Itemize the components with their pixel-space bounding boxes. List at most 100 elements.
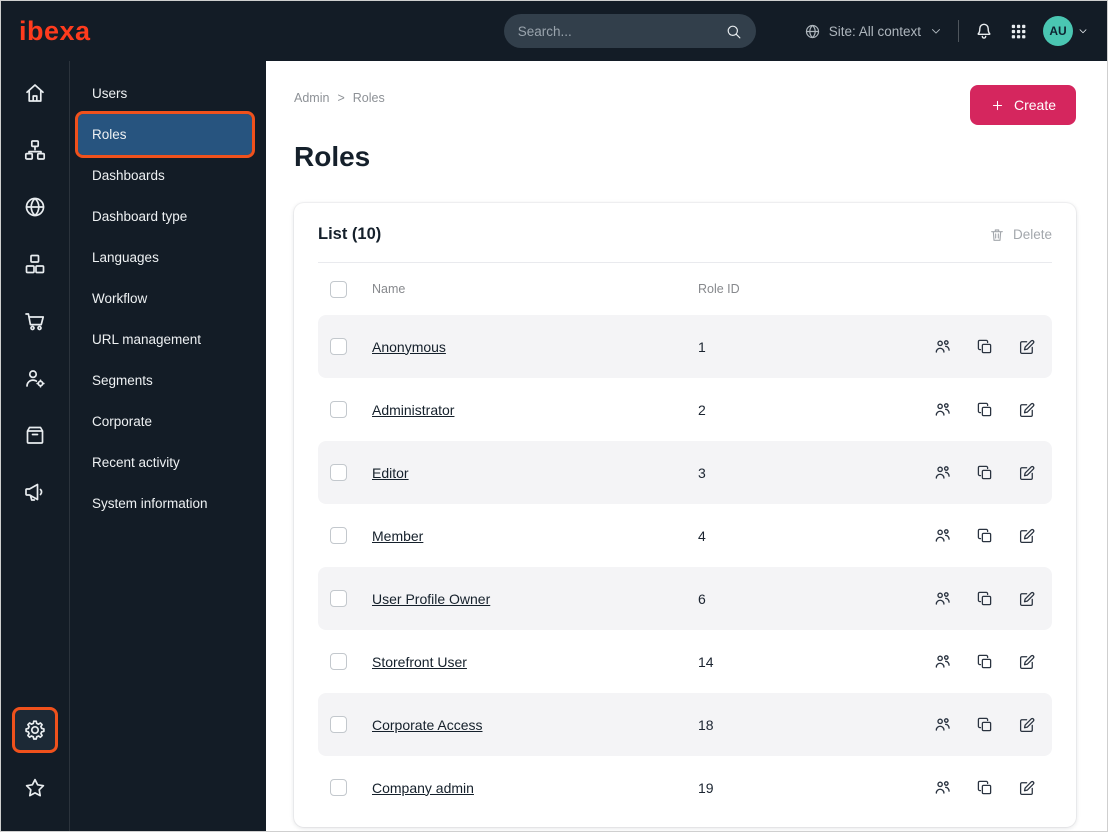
globe-icon	[804, 23, 821, 40]
row-checkbox[interactable]	[330, 401, 347, 418]
row-checkbox[interactable]	[330, 590, 347, 607]
delete-button-label: Delete	[1012, 227, 1052, 242]
bookmarks-star-icon[interactable]	[13, 766, 57, 810]
sidebar-item-roles[interactable]: Roles	[75, 111, 255, 158]
search-input[interactable]	[517, 23, 725, 39]
customer-portal-icon[interactable]	[13, 356, 57, 400]
table-header-row: Name Role ID	[318, 263, 1052, 315]
apps-grid-icon[interactable]	[1009, 22, 1028, 41]
topbar-divider	[958, 20, 959, 42]
row-checkbox[interactable]	[330, 464, 347, 481]
edit-role-icon[interactable]	[1018, 590, 1036, 608]
list-card-header: List (10) Delete	[318, 203, 1052, 263]
copy-role-icon[interactable]	[976, 338, 994, 356]
sidebar-item-system-information[interactable]: System information	[78, 483, 252, 524]
globe-icon[interactable]	[13, 185, 57, 229]
assign-role-icon[interactable]	[933, 589, 952, 608]
list-heading: List (10)	[318, 225, 382, 243]
home-icon[interactable]	[13, 71, 57, 115]
role-name-link[interactable]: Storefront User	[372, 654, 698, 670]
edit-role-icon[interactable]	[1018, 779, 1036, 797]
copy-role-icon[interactable]	[976, 653, 994, 671]
row-actions	[886, 526, 1036, 545]
row-checkbox[interactable]	[330, 716, 347, 733]
assign-role-icon[interactable]	[933, 337, 952, 356]
topbar-right: Site: All context AU	[804, 16, 1089, 46]
role-name-link[interactable]: User Profile Owner	[372, 591, 698, 607]
icon-rail-bottom	[12, 707, 58, 823]
copy-role-icon[interactable]	[976, 464, 994, 482]
notifications-bell-icon[interactable]	[974, 21, 994, 41]
assign-role-icon[interactable]	[933, 463, 952, 482]
role-id-value: 6	[698, 590, 706, 607]
sidebar-item-recent-activity[interactable]: Recent activity	[78, 442, 252, 483]
ibexa-logo[interactable]: ibexa	[19, 16, 91, 47]
role-name-link[interactable]: Member	[372, 528, 698, 544]
breadcrumb-link-admin[interactable]: Admin	[294, 91, 329, 105]
select-all-checkbox[interactable]	[330, 280, 347, 298]
row-checkbox[interactable]	[330, 779, 347, 796]
edit-role-icon[interactable]	[1018, 338, 1036, 356]
role-id-value: 19	[698, 779, 714, 796]
delete-button[interactable]: Delete	[989, 227, 1052, 243]
sidebar-item-workflow[interactable]: Workflow	[78, 278, 252, 319]
breadcrumb-separator: >	[337, 91, 345, 105]
assign-role-icon[interactable]	[933, 715, 952, 734]
copy-role-icon[interactable]	[976, 716, 994, 734]
content-tree-icon[interactable]	[13, 128, 57, 172]
edit-role-icon[interactable]	[1018, 527, 1036, 545]
table-row: Corporate Access 18	[318, 693, 1052, 756]
site-context-selector[interactable]: Site: All context	[804, 23, 943, 40]
sidebar-item-users[interactable]: Users	[78, 73, 252, 114]
row-checkbox[interactable]	[330, 527, 347, 544]
settings-gear-icon[interactable]	[12, 707, 58, 753]
copy-role-icon[interactable]	[976, 401, 994, 419]
search-bar[interactable]	[503, 14, 756, 48]
sidebar-item-segments[interactable]: Segments	[78, 360, 252, 401]
plus-icon	[990, 98, 1005, 113]
sidebar-item-corporate[interactable]: Corporate	[78, 401, 252, 442]
copy-role-icon[interactable]	[976, 779, 994, 797]
campaign-megaphone-icon[interactable]	[13, 470, 57, 514]
role-name-link[interactable]: Company admin	[372, 780, 698, 796]
topbar: ibexa Site: All context AU	[1, 1, 1107, 61]
role-name-link[interactable]: Corporate Access	[372, 717, 698, 733]
page-title: Roles	[294, 141, 371, 172]
row-checkbox[interactable]	[330, 653, 347, 670]
create-button[interactable]: Create	[969, 85, 1076, 125]
edit-role-icon[interactable]	[1018, 401, 1036, 419]
order-box-icon[interactable]	[13, 413, 57, 457]
sidebar-item-dashboards[interactable]: Dashboards	[78, 155, 252, 196]
main-header: Admin > Roles Create	[294, 85, 1076, 125]
edit-role-icon[interactable]	[1018, 716, 1036, 734]
table-row: Member 4	[318, 504, 1052, 567]
edit-role-icon[interactable]	[1018, 653, 1036, 671]
role-name-link[interactable]: Anonymous	[372, 339, 698, 355]
role-name-link[interactable]: Editor	[372, 465, 698, 481]
assign-role-icon[interactable]	[933, 526, 952, 545]
role-name-link[interactable]: Administrator	[372, 402, 698, 418]
copy-role-icon[interactable]	[976, 590, 994, 608]
product-catalog-icon[interactable]	[13, 242, 57, 286]
user-avatar[interactable]: AU	[1043, 16, 1073, 46]
row-checkbox[interactable]	[330, 338, 347, 355]
user-menu[interactable]: AU	[1043, 16, 1089, 46]
trash-icon	[989, 227, 1005, 243]
table-row: Anonymous 1	[318, 315, 1052, 378]
sidebar-item-languages[interactable]: Languages	[78, 237, 252, 278]
copy-role-icon[interactable]	[976, 527, 994, 545]
roles-table-body: Anonymous 1 Administrator 2 Editor 3 Member 4 Us…	[318, 315, 1052, 819]
search-icon[interactable]	[725, 23, 742, 40]
row-actions	[886, 337, 1036, 356]
commerce-cart-icon[interactable]	[13, 299, 57, 343]
edit-role-icon[interactable]	[1018, 464, 1036, 482]
icon-rail	[1, 61, 69, 831]
sidebar-item-dashboard-type[interactable]: Dashboard type	[78, 196, 252, 237]
site-context-label: Site: All context	[828, 23, 921, 39]
assign-role-icon[interactable]	[933, 652, 952, 671]
role-id-value: 3	[698, 464, 706, 481]
admin-sidebar: Users Roles Dashboards Dashboard type Langua…	[69, 61, 266, 831]
assign-role-icon[interactable]	[933, 400, 952, 419]
sidebar-item-url-management[interactable]: URL management	[78, 319, 252, 360]
assign-role-icon[interactable]	[933, 778, 952, 797]
